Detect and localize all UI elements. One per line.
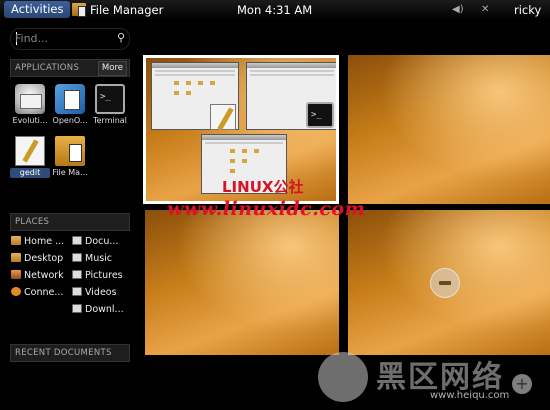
place-home[interactable]: Home ... [11,235,64,249]
corner-logo-url: www.heiqu.com [430,390,510,401]
places-header: PLACES [10,213,130,231]
place-connect-server[interactable]: Conne... [11,286,63,300]
app-label: OpenO... [52,116,88,125]
pictures-icon [72,270,82,279]
app-tile-evolution[interactable]: Evoluti... [10,84,50,126]
search-input[interactable] [15,31,110,46]
app-tile-terminal[interactable]: Terminal [90,84,130,126]
place-music[interactable]: Music [72,252,112,266]
window-row [205,142,283,144]
workspace-4[interactable] [348,210,550,355]
place-label: Conne... [24,287,64,298]
recent-documents-header-label: RECENT DOCUMENTS [15,348,112,358]
window-titlebar [202,135,286,140]
mini-folder-icon [230,169,235,173]
place-network[interactable]: Network [11,269,64,283]
recent-documents-header: RECENT DOCUMENTS [10,344,130,362]
place-downloads[interactable]: Downl... [72,303,124,317]
window-row [155,74,235,76]
app-tile-file-manager[interactable]: File Ma... [50,136,90,178]
place-desktop[interactable]: Desktop [11,252,63,266]
network-places-icon [11,270,21,279]
places-header-label: PLACES [15,217,50,227]
network-icon[interactable]: ✕ [481,3,489,17]
mini-folder-icon [254,149,259,153]
mini-folder-icon [186,91,191,95]
gedit-icon [15,136,45,166]
terminal-icon [95,84,125,114]
window-row [250,70,334,72]
mini-folder-icon [242,159,247,163]
place-label: Home ... [24,236,65,247]
mini-folder-icon [230,149,235,153]
clock[interactable]: Mon 4:31 AM [237,2,312,18]
more-button[interactable]: More [97,61,127,76]
mini-folder-icon [186,81,191,85]
linux-logo-watermark: LINUX公社 [222,178,304,196]
app-label: File Ma... [52,168,88,177]
user-menu[interactable]: ricky [514,2,541,18]
downloads-icon [72,304,82,313]
home-folder-icon [11,236,21,245]
activities-button[interactable]: Activities [4,1,71,18]
file-manager-icon [55,136,85,166]
app-label: Evoluti... [12,116,48,125]
app-menu-label: File Manager [90,3,164,17]
mini-folder-icon [174,91,179,95]
window-row [155,70,235,72]
place-label: Downl... [85,304,124,315]
mini-folder-icon [198,81,203,85]
place-label: Desktop [24,253,64,264]
workspace-2[interactable] [348,55,550,204]
mini-folder-icon [210,81,215,85]
place-label: Videos [85,287,117,298]
app-label: Terminal [93,116,127,125]
place-label: Network [24,270,64,281]
window-titlebar [152,63,238,68]
app-tile-gedit[interactable]: gedit [10,136,50,178]
window-row [250,74,334,76]
applications-header: APPLICATIONS More [10,59,130,77]
gedit-icon [210,104,236,130]
mushroom-logo-icon [318,352,368,402]
mini-folder-icon [174,81,179,85]
openoffice-writer-icon [55,84,85,114]
window-titlebar [247,63,336,68]
search-icon[interactable]: ⚲ [117,31,125,44]
videos-icon [72,287,82,296]
documents-icon [72,236,82,245]
place-documents[interactable]: Docu... [72,235,118,249]
remove-workspace-icon[interactable] [430,268,460,298]
speaker-icon[interactable]: ◀) [452,3,464,17]
mini-folder-icon [230,159,235,163]
app-menu[interactable]: File Manager [72,2,163,18]
terminal-icon [306,102,334,128]
search-field[interactable]: ⚲ [10,28,130,50]
applications-header-label: APPLICATIONS [15,63,80,73]
app-tile-openoffice[interactable]: OpenO... [50,84,90,126]
place-pictures[interactable]: Pictures [72,269,123,283]
evolution-mail-icon [15,84,45,114]
connect-server-icon [11,287,21,296]
place-label: Music [85,253,113,264]
url-watermark: www.linuxidc.com [167,198,366,220]
app-label: gedit [10,168,50,178]
music-icon [72,253,82,262]
top-panel: Activities File Manager Mon 4:31 AM ◀) ✕… [0,0,550,20]
place-label: Pictures [85,270,123,281]
add-workspace-icon[interactable]: + [512,374,532,394]
place-label: Docu... [85,236,119,247]
desktop-icon [11,253,21,262]
workspace-3[interactable] [145,210,339,355]
place-videos[interactable]: Videos [72,286,117,300]
mini-folder-icon [242,149,247,153]
file-manager-icon [72,3,86,17]
